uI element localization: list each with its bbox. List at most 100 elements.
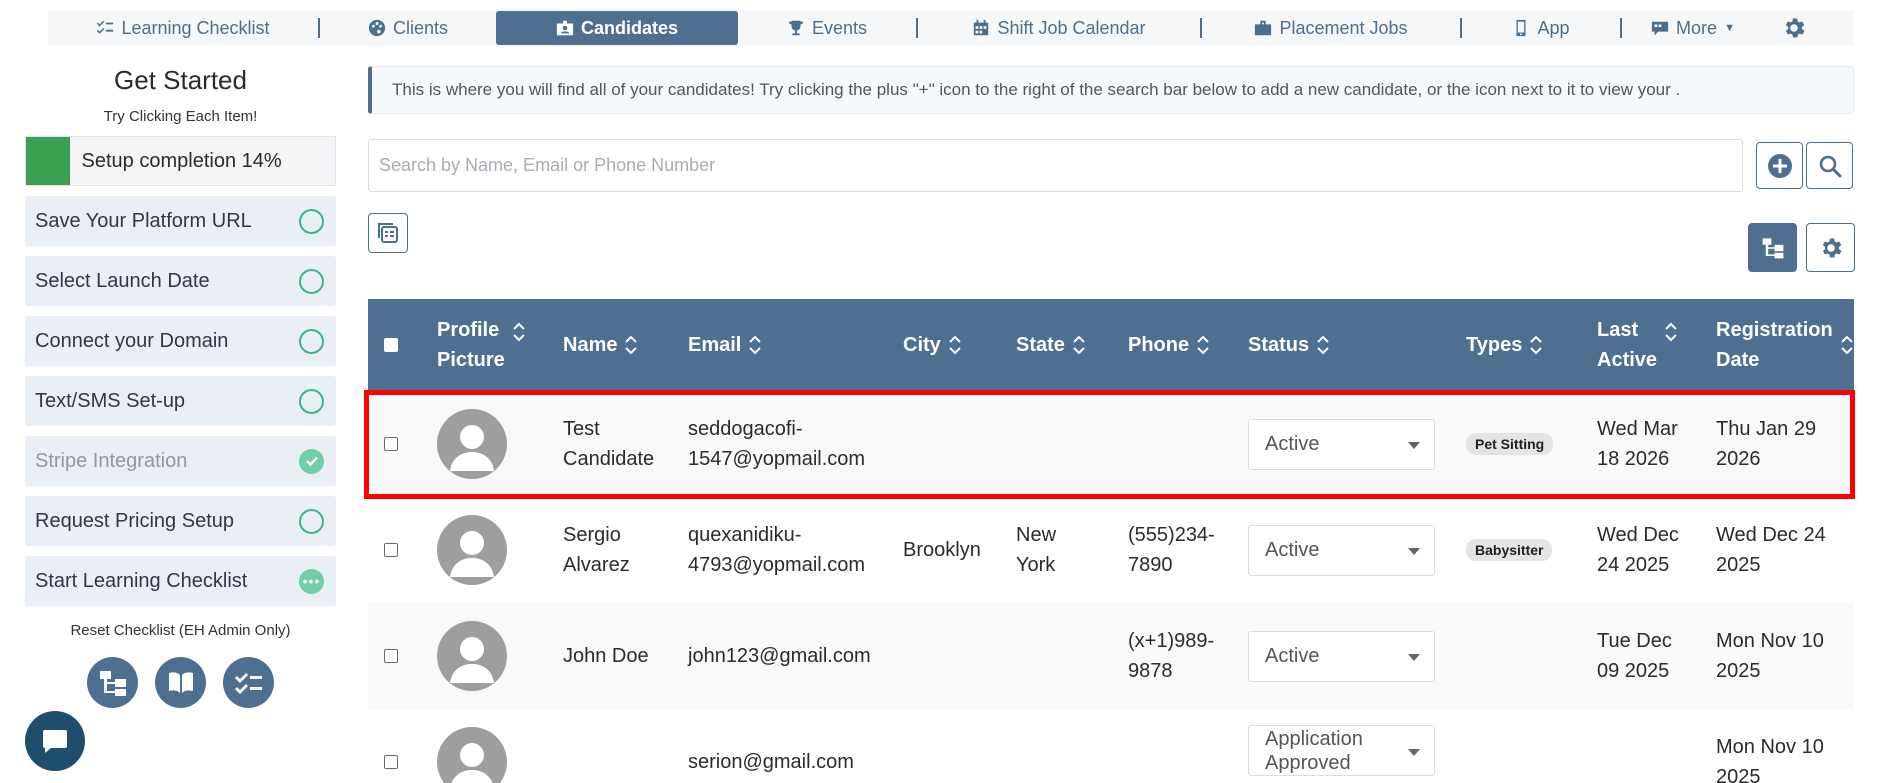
column-header-label-line: Status xyxy=(1248,334,1310,356)
gear-icon xyxy=(1785,18,1805,38)
search-input[interactable] xyxy=(368,139,1743,192)
export-table-button[interactable] xyxy=(368,213,408,253)
select-all-checkbox[interactable] xyxy=(384,338,398,352)
sidebar-title: Get Started xyxy=(114,65,247,95)
column-header-label-line: Date xyxy=(1716,349,1760,371)
nav-label: More xyxy=(1676,17,1718,38)
reset-checklist-link[interactable]: Reset Checklist (EH Admin Only) xyxy=(25,622,336,639)
checklist-item-label: Select Launch Date xyxy=(35,269,210,292)
table-row[interactable]: John Doe john123@gmail.com (x+1)989- 9878 Ac… xyxy=(368,603,1854,709)
avatar[interactable] xyxy=(437,621,507,691)
avatar[interactable] xyxy=(437,409,507,479)
status-select[interactable]: Application Approved xyxy=(1248,725,1435,776)
column-header-label-line: Name xyxy=(563,334,618,356)
column-header-city[interactable]: City xyxy=(903,330,961,360)
checklist-item[interactable]: Save Your Platform URL xyxy=(25,196,336,246)
candidate-phone: (555)234- 7890 xyxy=(1128,520,1215,580)
avatar[interactable] xyxy=(437,727,507,783)
table-export-icon xyxy=(378,223,398,243)
sort-icon xyxy=(513,321,525,343)
row-checkbox[interactable] xyxy=(384,755,398,769)
checklist-button[interactable] xyxy=(223,657,274,708)
checklist-icon xyxy=(97,20,114,34)
column-header-profile[interactable]: Profile Picture xyxy=(437,315,525,375)
nav-label: Candidates xyxy=(580,17,679,38)
candidate-name-line: Test xyxy=(563,418,600,440)
table-settings-button[interactable] xyxy=(1806,223,1855,272)
table-row[interactable]: serion@gmail.com Application Approved Mon N… xyxy=(368,709,1854,783)
checklist-item[interactable]: Text/SMS Set-up xyxy=(25,376,336,426)
column-header-types[interactable]: Types xyxy=(1466,330,1543,360)
table-row[interactable]: Sergio Alvarez quexanidiku- 4793@yopmail.co… xyxy=(368,497,1854,603)
add-candidate-button[interactable] xyxy=(1756,142,1803,189)
checklist-item-label: Stripe Integration xyxy=(35,449,188,472)
checklist-item[interactable]: Start Learning Checklist ••• xyxy=(25,556,336,606)
table-row[interactable]: Test Candidate seddogacofi- 1547@yopmail.co… xyxy=(368,391,1854,497)
candidate-email: john123@gmail.com xyxy=(688,641,871,671)
sidebar-subtitle: Try Clicking Each Item! xyxy=(103,108,258,125)
candidate-phone-line: (x+1)989- xyxy=(1128,630,1215,652)
candidate-email-line: seddogacofi- xyxy=(688,418,803,440)
nav-learning-checklist[interactable]: Learning Checklist xyxy=(48,11,318,45)
status-select[interactable]: Active xyxy=(1248,630,1435,682)
chat-launcher-button[interactable] xyxy=(25,711,85,771)
gear-icon xyxy=(1822,237,1842,258)
sidebar-quick-actions xyxy=(25,657,336,708)
settings-button[interactable] xyxy=(1764,11,1824,45)
checklist-item[interactable]: Request Pricing Setup xyxy=(25,496,336,546)
checklist-item[interactable]: Connect your Domain xyxy=(25,316,336,366)
column-header-label: State xyxy=(1016,330,1065,360)
status-select[interactable]: Active xyxy=(1248,524,1435,576)
sort-icon xyxy=(749,334,762,356)
column-header-name[interactable]: Name xyxy=(563,330,638,360)
book-button[interactable] xyxy=(155,657,206,708)
checklist-item[interactable]: Stripe Integration xyxy=(25,436,336,486)
nav-events[interactable]: Events xyxy=(738,11,916,45)
column-header-label-line: Types xyxy=(1466,334,1523,356)
candidate-email-line: 1547@yopmail.com xyxy=(688,448,866,470)
empty-circle-icon xyxy=(299,388,324,414)
candidate-name: Sergio Alvarez xyxy=(563,520,630,580)
registration-date: Wed Dec 24 2025 xyxy=(1716,520,1826,580)
nav-more-dropdown[interactable]: More ▼ xyxy=(1622,11,1764,45)
status-value: Active xyxy=(1265,644,1319,668)
ellipsis-circle-icon: ••• xyxy=(299,568,324,594)
last-active-date: Tue Dec 09 2025 xyxy=(1597,626,1672,686)
row-checkbox[interactable] xyxy=(384,437,398,451)
nav-label: Clients xyxy=(392,17,449,38)
column-header-status[interactable]: Status xyxy=(1248,330,1329,360)
column-header-label: Registration Date xyxy=(1716,315,1833,375)
hierarchy-view-button[interactable] xyxy=(1748,223,1797,272)
column-header-state[interactable]: State xyxy=(1016,330,1085,360)
nav-shift-job-calendar[interactable]: Shift Job Calendar xyxy=(918,11,1200,45)
column-header-email[interactable]: Email xyxy=(688,330,762,360)
column-header-phone[interactable]: Phone xyxy=(1128,330,1209,360)
avatar[interactable] xyxy=(437,515,507,585)
nav-placement-jobs[interactable]: Placement Jobs xyxy=(1202,11,1460,45)
registration-date: Thu Jan 29 2026 xyxy=(1716,414,1816,474)
row-checkbox[interactable] xyxy=(384,543,398,557)
sitemap-button[interactable] xyxy=(87,657,138,708)
column-header-last-active[interactable]: Last Active xyxy=(1597,315,1677,375)
palette-icon xyxy=(368,19,386,37)
registration-date: Mon Nov 10 2025 xyxy=(1716,732,1824,783)
column-header-label-line: Registration xyxy=(1716,319,1833,341)
column-header-registration[interactable]: Registration Date xyxy=(1716,315,1853,375)
progress-fill xyxy=(26,137,70,185)
column-header-label-line: Active xyxy=(1597,349,1658,371)
nav-candidates[interactable]: Candidates xyxy=(496,11,738,45)
nav-app[interactable]: App xyxy=(1462,11,1620,45)
table-header: Profile Picture Name Email City State Phone Sta… xyxy=(368,299,1854,391)
status-value-line: Approved xyxy=(1265,751,1351,774)
row-checkbox[interactable] xyxy=(384,649,398,663)
sitemap-icon xyxy=(1762,237,1783,258)
checklist-item[interactable]: Select Launch Date xyxy=(25,256,336,306)
last-active-date-line: Wed Dec xyxy=(1597,524,1679,546)
getting-started-sidebar: Get Started Try Clicking Each Item! Setu… xyxy=(25,60,336,708)
status-select[interactable]: Active xyxy=(1248,418,1435,470)
nav-label: Placement Jobs xyxy=(1279,17,1408,38)
nav-clients[interactable]: Clients xyxy=(320,11,496,45)
search-button[interactable] xyxy=(1806,142,1853,189)
registration-date-line: 2025 xyxy=(1716,660,1761,682)
candidates-table: Profile Picture Name Email City State Phone Sta… xyxy=(368,299,1854,783)
